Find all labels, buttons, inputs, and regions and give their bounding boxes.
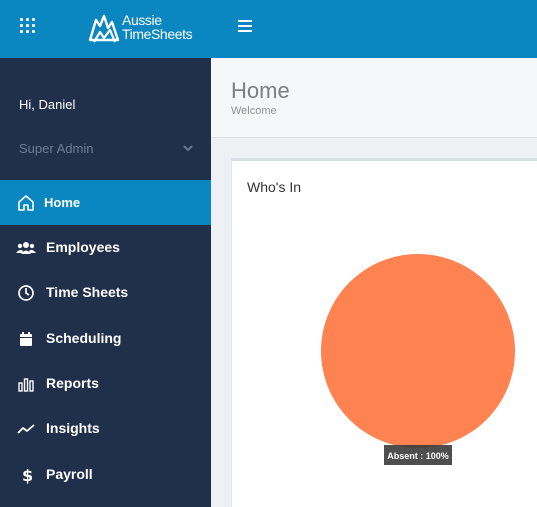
sidebar-item-label: Home (44, 195, 81, 210)
calendar-icon (20, 332, 32, 346)
logo-mark-icon (88, 14, 120, 43)
home-icon (18, 195, 34, 211)
sidebar-item-label: Payroll (46, 466, 93, 482)
top-bar: Aussie TimeSheets (0, 0, 537, 58)
sidebar-item-time-sheets[interactable]: Time Sheets (0, 270, 211, 315)
whos-in-panel: Who's In Absent : 100% (231, 158, 537, 507)
sidebar: Hi, Daniel Super Admin Home Employees Ti… (0, 58, 211, 507)
sidebar-item-payroll[interactable]: $ Payroll (0, 452, 211, 497)
chevron-down-icon (183, 145, 193, 152)
svg-text:$: $ (22, 466, 33, 485)
sidebar-item-scheduling[interactable]: Scheduling (0, 316, 211, 361)
sidebar-item-employees[interactable]: Employees (0, 225, 211, 270)
pie-slice-absent[interactable] (321, 254, 515, 448)
whos-in-pie-chart: Absent : 100% (321, 254, 515, 465)
sidebar-item-label: Employees (46, 239, 120, 255)
role-label: Super Admin (19, 141, 94, 156)
sidebar-item-label: Time Sheets (46, 284, 129, 300)
dollar-icon: $ (22, 466, 33, 485)
sidebar-item-label: Reports (46, 375, 99, 391)
logo-text-line2: TimeSheets (122, 26, 193, 42)
trend-line-icon (17, 424, 35, 434)
sidebar-item-label: Scheduling (46, 330, 122, 346)
user-greeting: Hi, Daniel (19, 97, 76, 112)
role-dropdown[interactable]: Super Admin (19, 141, 199, 159)
clock-icon (18, 285, 34, 301)
sidebar-item-insights[interactable]: Insights (0, 406, 211, 451)
chart-tooltip: Absent : 100% (384, 445, 452, 465)
page-title: Home (231, 78, 290, 103)
logo-text-line1: Aussie (122, 12, 162, 28)
tooltip-label: Absent : 100% (387, 451, 449, 461)
bar-chart-icon (18, 378, 34, 392)
page-subtitle: Welcome (231, 105, 277, 117)
page-header: Home Welcome (211, 58, 537, 138)
users-icon (16, 242, 36, 254)
sidebar-item-reports[interactable]: Reports (0, 361, 211, 406)
sidebar-item-home[interactable]: Home (0, 180, 211, 225)
grid-icon[interactable] (19, 17, 37, 35)
app-logo[interactable]: Aussie TimeSheets (88, 10, 193, 46)
hamburger-icon[interactable] (238, 18, 254, 34)
sidebar-item-label: Insights (46, 420, 100, 436)
